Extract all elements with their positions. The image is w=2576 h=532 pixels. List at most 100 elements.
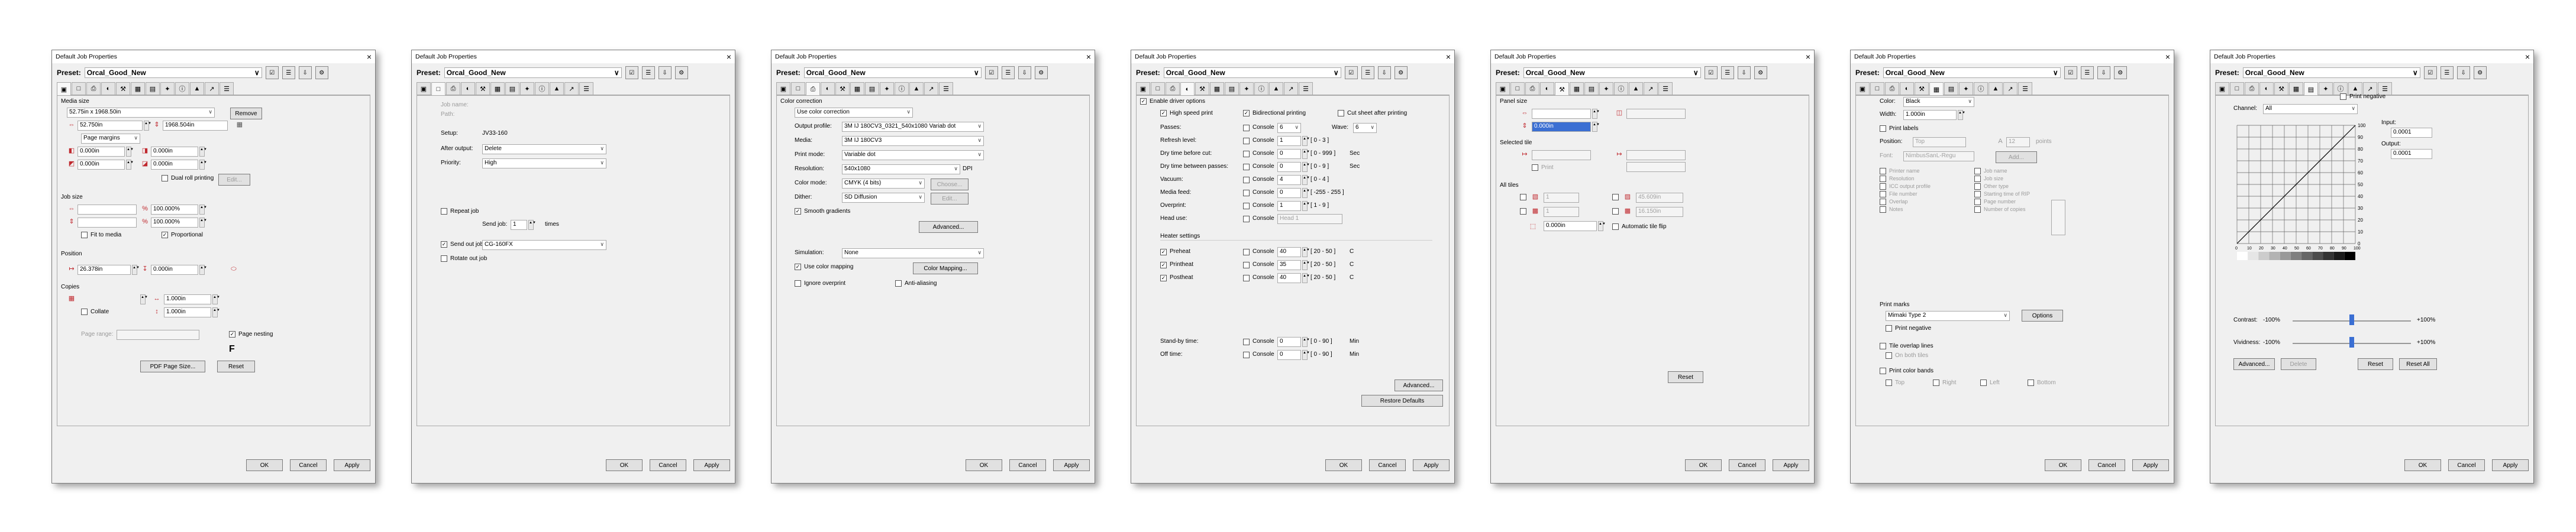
tab-marks-icon[interactable]: ✦ [1239,82,1254,95]
tab-layout-icon[interactable]: □ [431,82,446,96]
output-field[interactable]: 0.0001 [2391,149,2432,159]
vividness-thumb[interactable] [2349,337,2354,348]
offtime-field[interactable]: 0 [1277,350,1301,360]
preheat-field[interactable]: 40 [1277,247,1301,257]
label-left-2-checkbox[interactable] [1880,183,1886,190]
label-left-4-checkbox[interactable] [1880,199,1886,205]
tab-setup-icon[interactable]: ⚒ [835,82,850,95]
tab-page-icon[interactable]: ▣ [417,82,431,95]
tab-tile-icon[interactable]: ▤ [505,82,519,95]
tab-setup-icon[interactable]: ⚒ [116,82,130,95]
pw-spin[interactable]: ▲▼ [1592,109,1600,119]
offtime-spin[interactable]: ▲▼ [1302,350,1310,360]
pos-y-field[interactable]: 0.000in [151,265,198,275]
cancel-button[interactable]: Cancel [2448,459,2485,471]
tab-print-icon[interactable]: ⎙ [446,82,460,95]
color-bands-checkbox[interactable] [1880,368,1886,374]
ph-spin[interactable]: ▲▼ [1592,122,1600,132]
print-labels-checkbox[interactable] [1880,125,1886,132]
tab-setup-icon[interactable]: ⚒ [1915,82,1929,95]
manage-preset-icon[interactable]: ⚙ [1394,66,1408,79]
send-spin[interactable]: ▲▼ [528,220,536,230]
sh-spin[interactable]: ▲▼ [199,218,207,228]
panel-x-field[interactable] [1626,109,1686,119]
band-left-radio[interactable] [1980,379,1987,386]
ok-button[interactable]: OK [1325,459,1362,471]
close-icon[interactable]: × [367,53,372,61]
tab-color-icon[interactable]: ◐ [101,82,115,95]
save-preset-icon[interactable]: ☑ [1704,66,1718,79]
mb-spin[interactable]: ▲▼ [199,160,207,170]
dither-edit-button[interactable]: Edit... [931,193,969,205]
auto-flip-checkbox[interactable] [1612,223,1619,230]
st-x-field[interactable] [1626,150,1686,160]
overlap-c-field[interactable]: 1 [1544,207,1579,217]
tab-color-icon[interactable]: ◐ [821,82,835,95]
ok-button[interactable]: OK [246,459,283,471]
tab-curve-icon[interactable]: ↗ [924,82,938,95]
tab-calib-icon[interactable]: ▦ [850,82,864,95]
preset-select[interactable]: Orcal_Good_New ∨ [84,67,262,78]
tab-info-icon[interactable]: ⓘ [1254,82,1268,95]
tab-curve-icon[interactable]: ↗ [205,82,219,95]
scale-h-field[interactable]: 100.000% [151,218,198,228]
font-field[interactable]: NimbusSanL-Regu [1903,151,1974,161]
label-right-5-checkbox[interactable] [1974,206,1981,213]
media-combo[interactable]: 3M IJ 180CV3 [842,136,984,146]
delete-button[interactable]: Delete [2281,358,2316,370]
close-icon[interactable]: × [1086,53,1091,61]
row-overprint-field[interactable]: 1 [1277,201,1301,211]
row-drybetween-spin[interactable]: ▲▼ [1302,162,1310,172]
tab-layout-icon[interactable]: □ [1151,82,1165,95]
ok-button[interactable]: OK [966,459,1002,471]
row-refresh-field[interactable]: 1 [1277,136,1301,146]
apply-button[interactable]: Apply [1413,459,1450,471]
tab-info-icon[interactable]: ⓘ [2333,82,2348,95]
tab-page-icon[interactable]: ▣ [1136,82,1150,95]
close-icon[interactable]: × [1446,53,1451,61]
export-preset-icon[interactable]: ⇩ [1737,66,1751,79]
tab-layout-icon[interactable]: □ [1870,82,1884,95]
save-preset-icon[interactable]: ☑ [625,66,638,79]
row-drybefore-console-checkbox[interactable] [1243,151,1250,157]
tab-extra-icon[interactable]: ☰ [939,82,953,95]
pdf-page-size-button[interactable]: PDF Page Size... [140,361,205,372]
input-field[interactable]: 0.0001 [2391,128,2432,138]
st-h-field[interactable] [1626,162,1686,172]
advanced-button[interactable]: Advanced... [1394,379,1443,391]
manage-preset-icon[interactable]: ⚙ [1034,66,1048,79]
margin-left-field[interactable]: 0.000in [78,147,125,157]
tab-curve-icon[interactable]: ↗ [1644,82,1658,95]
printheat-spin[interactable]: ▲▼ [1302,260,1310,270]
manage-preset-icon[interactable]: ⚙ [674,66,688,79]
copies-gap2-field[interactable]: 1.000in [164,307,211,317]
reset-button[interactable]: Reset [2358,358,2393,370]
py-spin[interactable]: ▲▼ [199,265,207,275]
tab-info-icon[interactable]: ⓘ [1974,82,1988,95]
tab-ink-icon[interactable]: ▲ [550,82,564,95]
resolution-combo[interactable]: 540x1080 [842,164,960,174]
tab-ink-icon[interactable]: ▲ [1629,82,1643,95]
ok-button[interactable]: OK [606,459,643,471]
tab-print-icon[interactable]: ⎙ [1166,82,1180,95]
tab-setup-icon[interactable]: ⚒ [476,82,490,95]
apply-button[interactable]: Apply [2492,459,2529,471]
curve-graph[interactable]: 10090807060504030201000 10 20 30 40 50 60 70 80 9… [2232,122,2374,270]
tab-tile-icon[interactable]: ▤ [1225,82,1239,95]
label-right-0-checkbox[interactable] [1974,168,1981,174]
band-top-radio[interactable] [1886,379,1892,386]
save-preset-icon[interactable]: ☑ [2423,66,2437,79]
sw-spin[interactable]: ▲▼ [199,205,207,215]
tab-print-icon[interactable]: ⎙ [86,82,101,95]
save-preset-icon[interactable]: ☑ [265,66,279,79]
head-use-field[interactable]: Head 1 [1277,214,1342,224]
row-mediafeed-spin[interactable]: ▲▼ [1302,188,1310,198]
tab-info-icon[interactable]: ⓘ [175,82,189,95]
page-nesting-checkbox[interactable]: ✓ [229,331,235,338]
tab-curve-icon[interactable]: ↗ [2003,82,2017,95]
export-preset-icon[interactable]: ⇩ [298,66,312,79]
label-left-5-checkbox[interactable] [1880,206,1886,213]
standby-field[interactable]: 0 [1277,337,1301,347]
overlap-a-field[interactable]: 1 [1544,193,1579,203]
tab-tile-icon[interactable]: ▤ [1944,82,1958,95]
